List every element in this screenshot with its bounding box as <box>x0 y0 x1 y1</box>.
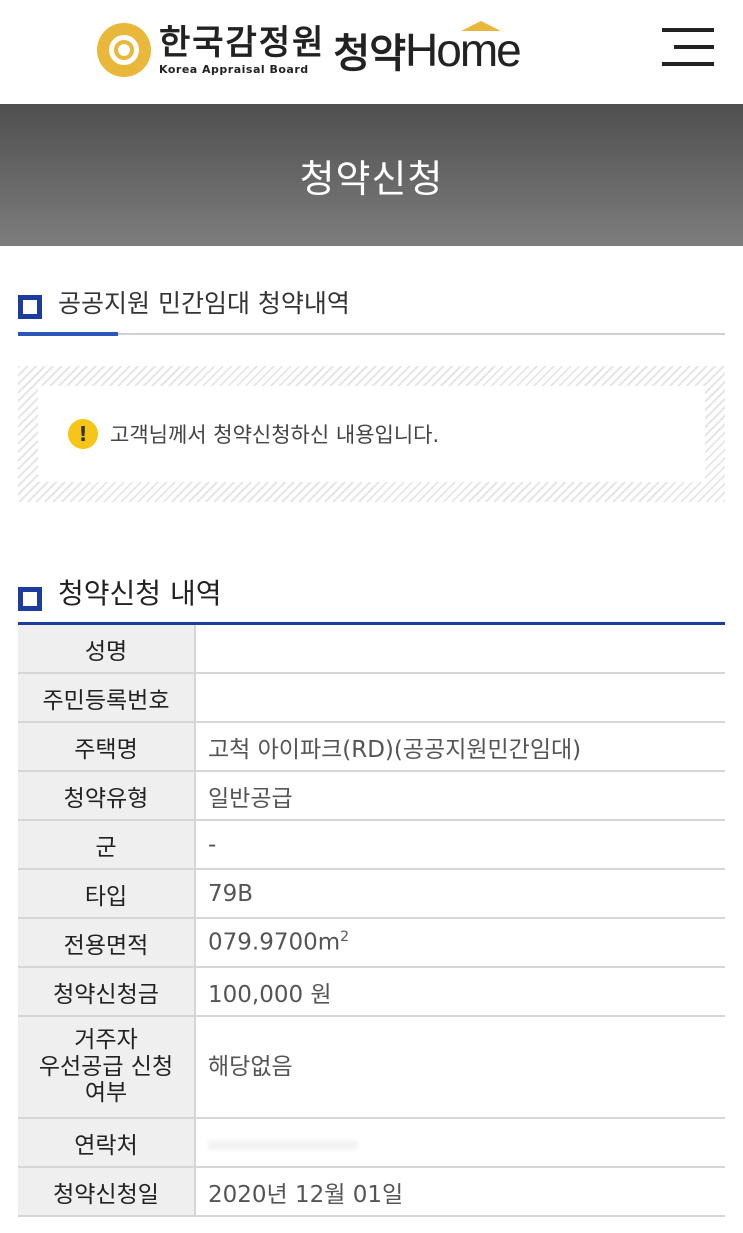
divider <box>18 333 725 335</box>
table-row: 주택명 고척 아이파크(RD)(공공지원민간임대) <box>18 722 725 772</box>
section-heading-history: 공공지원 민간임대 청약내역 <box>18 246 725 338</box>
table-row: 거주자 우선공급 신청 여부 해당없음 <box>18 1016 725 1119</box>
redacted-contact <box>208 1139 358 1150</box>
row-value: 079.9700m2 <box>195 918 725 968</box>
divider-accent <box>18 332 118 336</box>
table-row: 청약신청금 100,000 원 <box>18 967 725 1017</box>
roof-icon <box>461 21 502 31</box>
table-row: 전용면적 079.9700m2 <box>18 918 725 968</box>
exclamation-icon: ! <box>68 419 98 449</box>
row-value <box>195 1118 725 1168</box>
site-header: 한국감정원 Korea Appraisal Board 청약 Home <box>0 0 743 104</box>
square-bullet-icon <box>18 295 42 319</box>
square-bullet-icon <box>18 587 42 611</box>
row-value: 고척 아이파크(RD)(공공지원민간임대) <box>195 722 725 772</box>
row-label: 연락처 <box>18 1118 196 1168</box>
row-label: 성명 <box>18 623 196 674</box>
row-label: 청약신청일 <box>18 1167 196 1217</box>
table-row: 성명 <box>18 623 725 674</box>
label-line: 우선공급 신청 <box>38 1053 174 1080</box>
row-value: 100,000 원 <box>195 967 725 1017</box>
section-heading-details: 청약신청 내역 <box>18 502 725 622</box>
notice-content: ! 고객님께서 청약신청하신 내용입니다. <box>38 386 705 482</box>
section-title: 공공지원 민간임대 청약내역 <box>58 289 350 318</box>
home-label: Home <box>405 24 522 76</box>
row-value: - <box>195 820 725 870</box>
row-label: 주택명 <box>18 722 196 772</box>
row-value <box>195 673 725 723</box>
row-label: 전용면적 <box>18 918 196 968</box>
row-value: 일반공급 <box>195 771 725 821</box>
table-row: 청약신청일 2020년 12월 01일 <box>18 1167 725 1217</box>
table-row: 주민등록번호 <box>18 673 725 723</box>
table-row: 타입 79B <box>18 869 725 919</box>
row-label: 거주자 우선공급 신청 여부 <box>18 1016 196 1119</box>
hamburger-menu-icon[interactable] <box>662 26 714 68</box>
application-details-table: 성명 주민등록번호 주택명 고척 아이파크(RD)(공공지원민간임대) 청약유형… <box>18 622 725 1217</box>
row-label: 주민등록번호 <box>18 673 196 723</box>
row-value <box>195 623 725 674</box>
site-logo[interactable]: 한국감정원 Korea Appraisal Board 청약 Home <box>97 20 522 80</box>
row-label: 타입 <box>18 869 196 919</box>
area-value: 079.9700m <box>208 929 341 956</box>
logo-korean: 한국감정원 <box>159 22 326 63</box>
row-label: 청약유형 <box>18 771 196 821</box>
table-row: 군 - <box>18 820 725 870</box>
row-label: 청약신청금 <box>18 967 196 1017</box>
row-value: 79B <box>195 869 725 919</box>
area-unit-superscript: 2 <box>340 929 350 946</box>
section-title: 청약신청 내역 <box>58 577 222 610</box>
kab-emblem-icon <box>97 23 151 77</box>
service-name-english: Home <box>405 21 522 77</box>
logo-text: 한국감정원 Korea Appraisal Board <box>159 26 325 75</box>
row-label: 군 <box>18 820 196 870</box>
label-line: 여부 <box>84 1080 128 1107</box>
page-banner: 청약신청 <box>0 104 743 246</box>
table-row: 청약유형 일반공급 <box>18 771 725 821</box>
logo-english: Korea Appraisal Board <box>159 62 309 76</box>
row-value: 해당없음 <box>195 1016 725 1119</box>
service-name-korean: 청약 <box>333 31 406 77</box>
notice-text: 고객님께서 청약신청하신 내용입니다. <box>110 423 440 447</box>
notice-box: ! 고객님께서 청약신청하신 내용입니다. <box>18 366 725 502</box>
row-value: 2020년 12월 01일 <box>195 1167 725 1217</box>
page-title: 청약신청 <box>299 156 444 201</box>
label-line: 거주자 <box>74 1027 138 1054</box>
table-row: 연락처 <box>18 1118 725 1168</box>
